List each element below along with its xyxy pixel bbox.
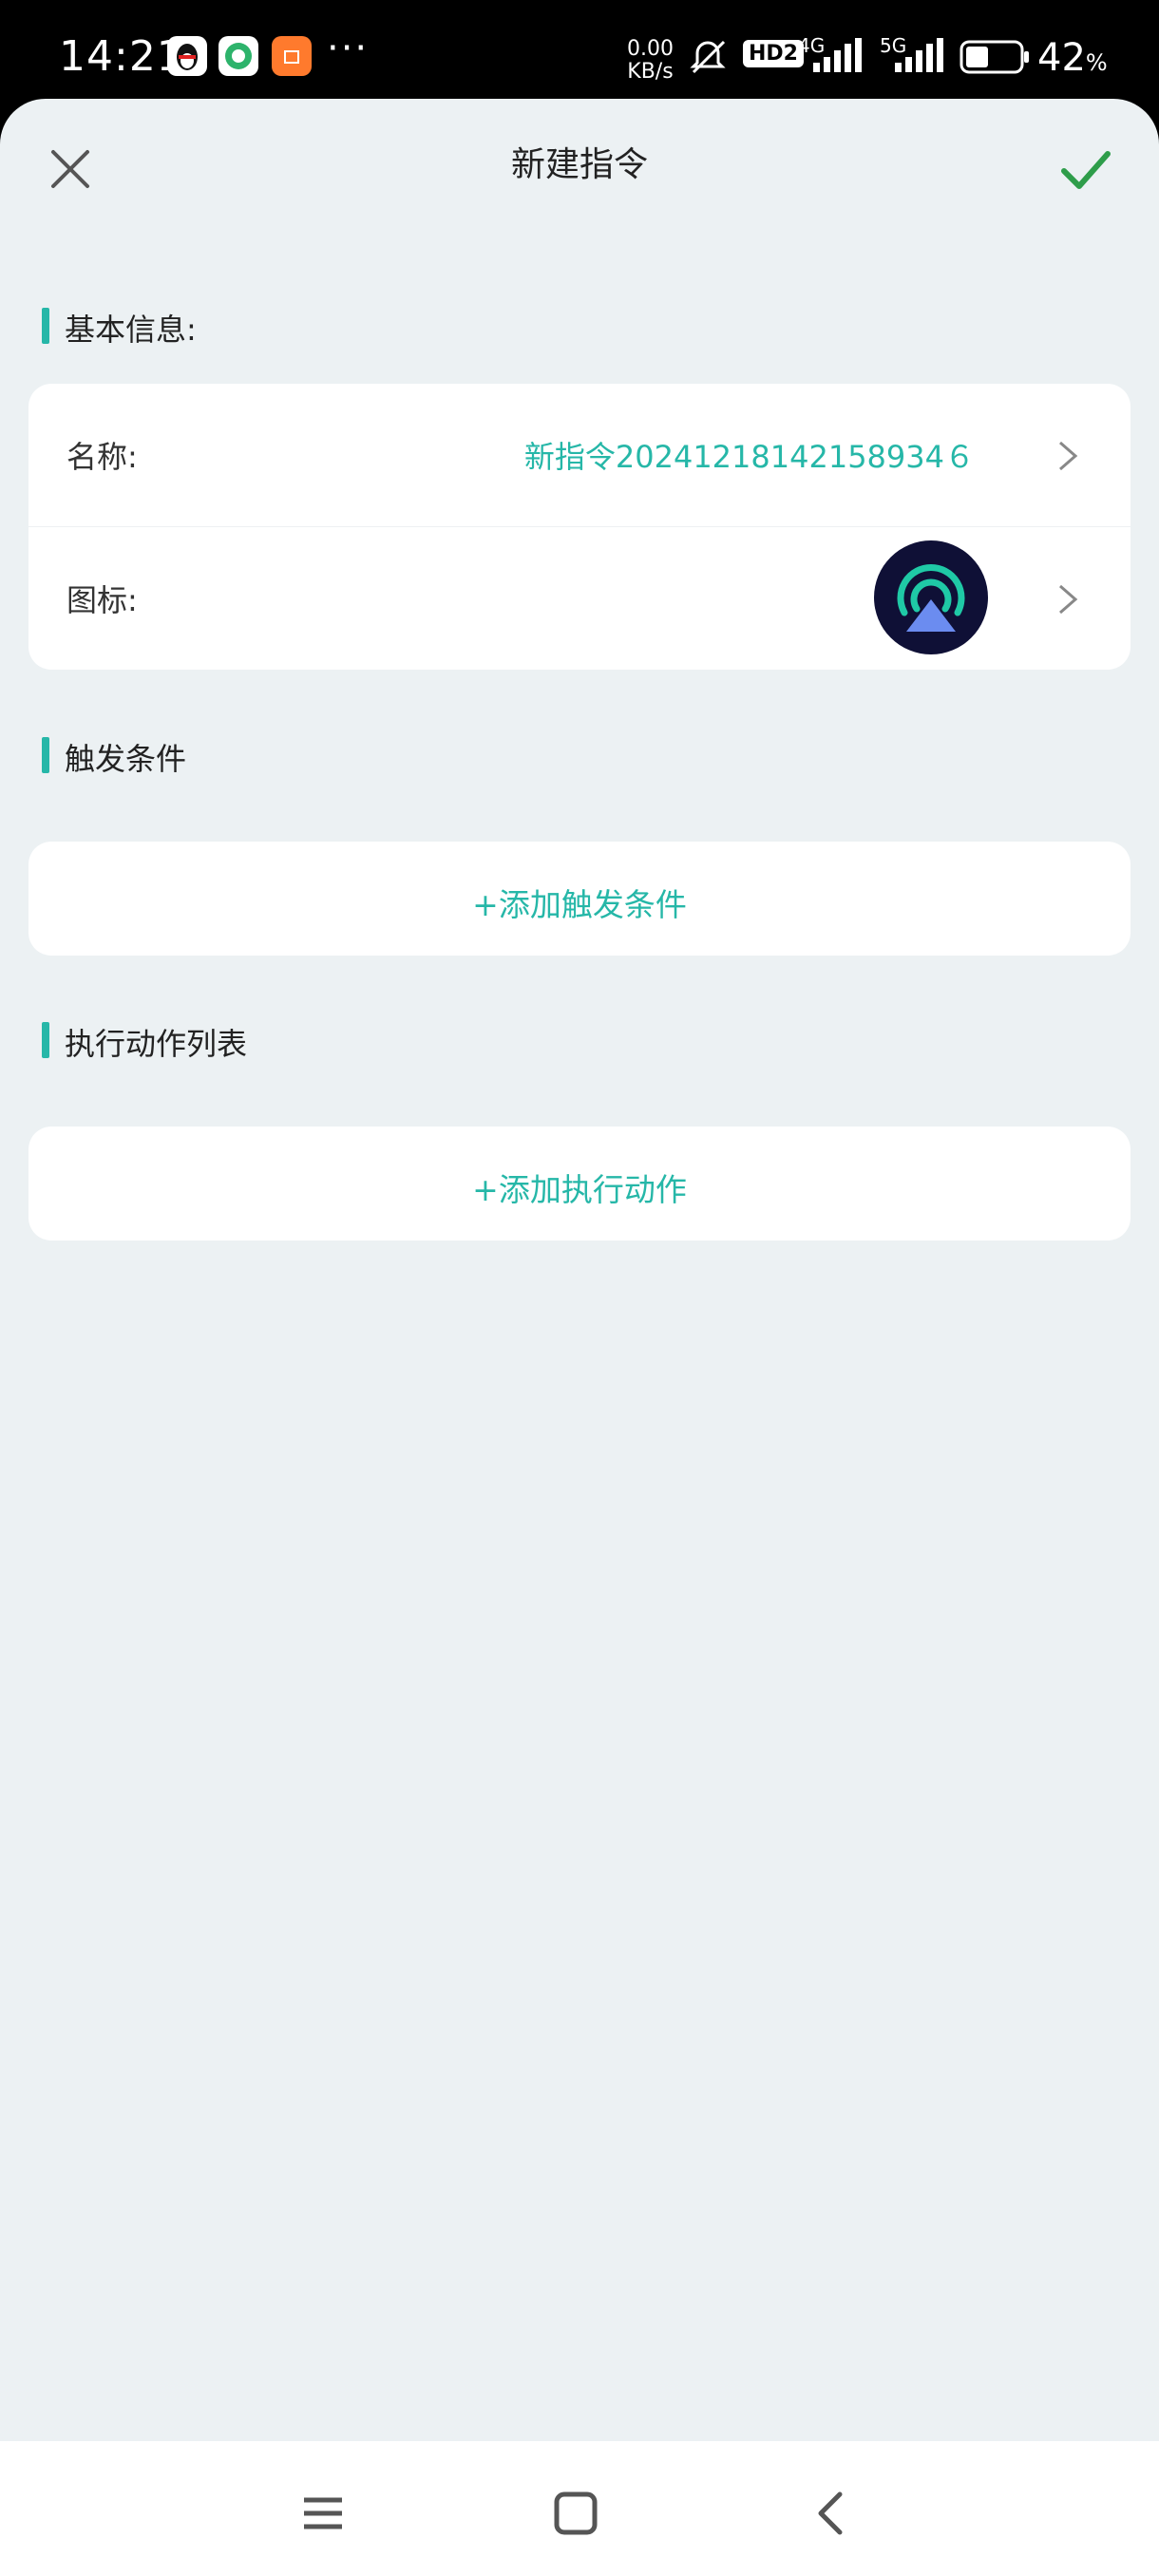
green-app-icon xyxy=(218,36,258,76)
battery-icon xyxy=(960,40,1032,78)
icon-row[interactable]: 图标: xyxy=(28,526,1130,670)
name-row[interactable]: 名称: 新指令20241218142158934６ xyxy=(28,384,1130,526)
shopping-app-icon xyxy=(272,36,312,76)
system-nav-bar xyxy=(0,2441,1159,2576)
name-value: 新指令20241218142158934６ xyxy=(523,439,975,475)
icon-label: 图标: xyxy=(66,582,138,618)
back-icon[interactable] xyxy=(804,2485,861,2542)
chevron-right-icon xyxy=(1056,439,1079,477)
mute-icon xyxy=(686,34,730,82)
command-icon-preview xyxy=(874,540,988,654)
battery-percent: 42% xyxy=(1037,36,1108,80)
speed-unit: KB/s xyxy=(627,60,674,84)
add-trigger-label: +添加触发条件 xyxy=(472,886,687,923)
network-speed: 0.00 KB/s xyxy=(627,38,674,84)
add-trigger-button[interactable]: +添加触发条件 xyxy=(28,842,1130,956)
speed-value: 0.00 xyxy=(627,37,674,61)
check-icon[interactable] xyxy=(1056,141,1113,198)
battery-unit: % xyxy=(1085,49,1108,76)
page-title: 新建指令 xyxy=(510,145,648,184)
name-label: 名称: xyxy=(66,439,138,475)
hd-badge: HD2 xyxy=(743,40,804,67)
section-trigger: 触发条件 xyxy=(42,735,186,779)
status-time: 14:21 xyxy=(59,32,184,81)
basic-info-card: 名称: 新指令20241218142158934６ 图标: xyxy=(28,384,1130,670)
signal-icon xyxy=(811,38,863,76)
add-action-label: +添加执行动作 xyxy=(472,1171,687,1208)
add-action-button[interactable]: +添加执行动作 xyxy=(28,1127,1130,1241)
status-bar: 14:21 ··· 0.00 KB/s HD2 4G 5G 42% xyxy=(0,0,1159,104)
more-notifications-icon: ··· xyxy=(327,27,370,70)
qq-app-icon xyxy=(167,36,207,76)
signal-icon xyxy=(893,38,944,76)
chevron-right-icon xyxy=(1056,582,1079,620)
section-actions: 执行动作列表 xyxy=(42,1020,247,1064)
battery-value: 42 xyxy=(1037,36,1086,80)
new-command-sheet: 新建指令 基本信息: 名称: 新指令20241218142158934６ 图标: xyxy=(0,99,1159,2576)
menu-icon[interactable] xyxy=(294,2485,352,2542)
home-icon[interactable] xyxy=(547,2485,604,2542)
section-basic-info: 基本信息: xyxy=(42,306,197,350)
